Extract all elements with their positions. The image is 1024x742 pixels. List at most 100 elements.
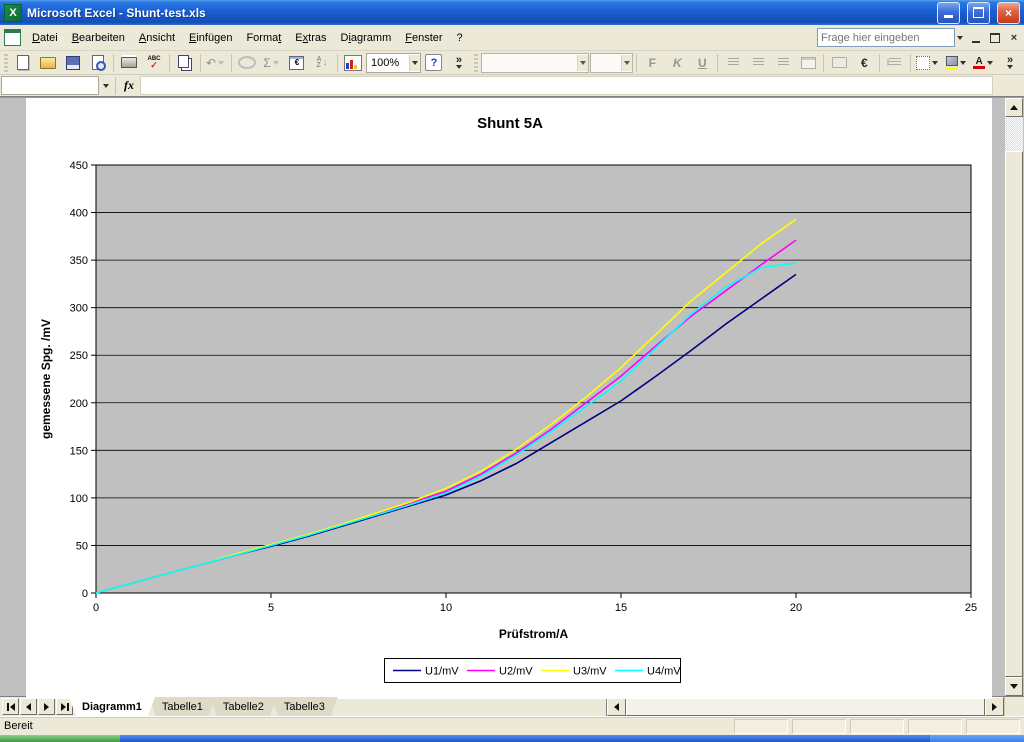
- formula-bar: fx: [0, 75, 1024, 97]
- tab-diagramm1[interactable]: Diagramm1: [69, 697, 155, 716]
- align-right-icon: [778, 58, 789, 67]
- open-button[interactable]: [36, 52, 60, 74]
- insert-function-button[interactable]: fx: [120, 78, 138, 93]
- help-button[interactable]: ?: [422, 52, 446, 74]
- scroll-down-button[interactable]: [1005, 677, 1023, 696]
- menu-ansicht[interactable]: Ansicht: [132, 29, 182, 47]
- doc-minimize-button[interactable]: [968, 30, 984, 45]
- autosum-button[interactable]: Σ: [260, 52, 284, 74]
- print-preview-button[interactable]: [86, 52, 110, 74]
- sort-ascending-button[interactable]: AZ↓: [310, 52, 334, 74]
- save-button[interactable]: [61, 52, 85, 74]
- menu-datei[interactable]: Datei: [25, 29, 65, 47]
- chart-sheet: 0501001502002503003504004500510152025Shu…: [26, 98, 992, 699]
- name-box[interactable]: [1, 76, 99, 95]
- chart-svg[interactable]: 0501001502002503003504004500510152025Shu…: [26, 98, 992, 699]
- y-tick-label: 450: [70, 160, 88, 172]
- plot-area[interactable]: [96, 165, 971, 593]
- next-sheet-button[interactable]: [38, 698, 55, 715]
- borders-button[interactable]: [914, 52, 942, 74]
- font-size-dropdown-icon[interactable]: [621, 55, 632, 71]
- restore-button[interactable]: [967, 2, 990, 24]
- y-tick-label: 150: [70, 445, 88, 457]
- workbook-icon[interactable]: [4, 29, 21, 46]
- sheet-tabs: Diagramm1 Tabelle1 Tabelle2 Tabelle3: [75, 697, 338, 716]
- excel-window: X Microsoft Excel - Shunt-test.xls × Dat…: [0, 0, 1024, 742]
- menu-extras[interactable]: Extras: [288, 29, 333, 47]
- more-buttons-standard[interactable]: »: [447, 52, 471, 74]
- formula-input[interactable]: [140, 76, 993, 95]
- font-color-button[interactable]: A: [971, 52, 997, 74]
- excel-app-icon: X: [4, 4, 22, 22]
- menu-diagramm[interactable]: Diagramm: [333, 29, 398, 47]
- zoom-dropdown-icon[interactable]: [409, 55, 420, 71]
- align-left-button[interactable]: [721, 52, 745, 74]
- print-button[interactable]: [117, 52, 141, 74]
- close-button[interactable]: ×: [997, 2, 1020, 24]
- undo-button[interactable]: ↶: [204, 52, 228, 74]
- align-right-button[interactable]: [771, 52, 795, 74]
- chevron-more-icon: »: [1007, 57, 1013, 69]
- fill-color-button[interactable]: [943, 52, 970, 74]
- horizontal-scroll-thumb[interactable]: [626, 697, 985, 716]
- scroll-right-button[interactable]: [985, 697, 1004, 716]
- name-box-dropdown-icon[interactable]: [101, 77, 111, 95]
- euro-conversion-icon: €: [289, 56, 304, 70]
- doc-close-button[interactable]: ×: [1006, 30, 1022, 45]
- doc-minimize-icon: [972, 41, 980, 43]
- vertical-scroll-thumb[interactable]: [1005, 151, 1023, 677]
- toolbar-grip[interactable]: [474, 54, 478, 72]
- euro-style-button[interactable]: €: [852, 52, 876, 74]
- x-tick-label: 10: [440, 602, 452, 614]
- decrease-indent-button[interactable]: [883, 52, 907, 74]
- scroll-up-button[interactable]: [1005, 98, 1023, 117]
- vertical-scroll-track[interactable]: [1005, 117, 1023, 151]
- question-dropdown-icon[interactable]: [955, 29, 965, 47]
- hyperlink-button[interactable]: [235, 52, 259, 74]
- horizontal-scrollbar[interactable]: [606, 697, 1004, 716]
- currency-style-button[interactable]: [827, 52, 851, 74]
- new-button[interactable]: [11, 52, 35, 74]
- font-color-dropdown-icon[interactable]: [985, 54, 995, 72]
- arrow-right-icon: [44, 703, 49, 711]
- status-text: Bereit: [4, 720, 33, 732]
- underline-button[interactable]: U: [690, 52, 714, 74]
- first-sheet-button[interactable]: [2, 698, 19, 715]
- align-center-button[interactable]: [746, 52, 770, 74]
- menu-bearbeiten[interactable]: Bearbeiten: [65, 29, 132, 47]
- printer-icon: [121, 57, 137, 68]
- merge-center-button[interactable]: [796, 52, 820, 74]
- bold-icon: F: [649, 56, 656, 70]
- euro-conversion-button[interactable]: €: [285, 52, 309, 74]
- y-tick-label: 350: [70, 255, 88, 267]
- zoom-combo[interactable]: 100%: [366, 53, 421, 73]
- workspace: 0501001502002503003504004500510152025Shu…: [0, 97, 1024, 696]
- tab-tabelle3[interactable]: Tabelle3: [271, 697, 338, 716]
- vertical-scrollbar[interactable]: [1005, 98, 1023, 696]
- fill-color-dropdown-icon[interactable]: [958, 54, 968, 72]
- borders-dropdown-icon[interactable]: [930, 54, 940, 72]
- font-dropdown-icon[interactable]: [577, 55, 588, 71]
- menu-format[interactable]: Format: [239, 29, 288, 47]
- toolbar-grip[interactable]: [4, 54, 8, 72]
- menu-einfuegen[interactable]: Einfügen: [182, 29, 239, 47]
- font-combo[interactable]: [481, 53, 589, 73]
- menu-fenster[interactable]: Fenster: [398, 29, 449, 47]
- tab-tabelle2[interactable]: Tabelle2: [210, 697, 277, 716]
- scroll-left-button[interactable]: [607, 697, 626, 716]
- x-tick-label: 0: [93, 602, 99, 614]
- doc-restore-button[interactable]: [987, 30, 1003, 45]
- copy-button[interactable]: [173, 52, 197, 74]
- start-button-sliver[interactable]: [0, 735, 120, 742]
- question-input[interactable]: [817, 28, 955, 47]
- tab-tabelle1[interactable]: Tabelle1: [149, 697, 216, 716]
- chart-wizard-button[interactable]: [341, 52, 365, 74]
- minimize-button[interactable]: [937, 2, 960, 24]
- bold-button[interactable]: F: [640, 52, 664, 74]
- spelling-button[interactable]: ABC✓: [142, 52, 166, 74]
- prev-sheet-button[interactable]: [20, 698, 37, 715]
- more-buttons-formatting[interactable]: »: [998, 52, 1022, 74]
- menu-hilfe[interactable]: ?: [450, 29, 470, 47]
- font-size-combo[interactable]: [590, 53, 634, 73]
- italic-button[interactable]: K: [665, 52, 689, 74]
